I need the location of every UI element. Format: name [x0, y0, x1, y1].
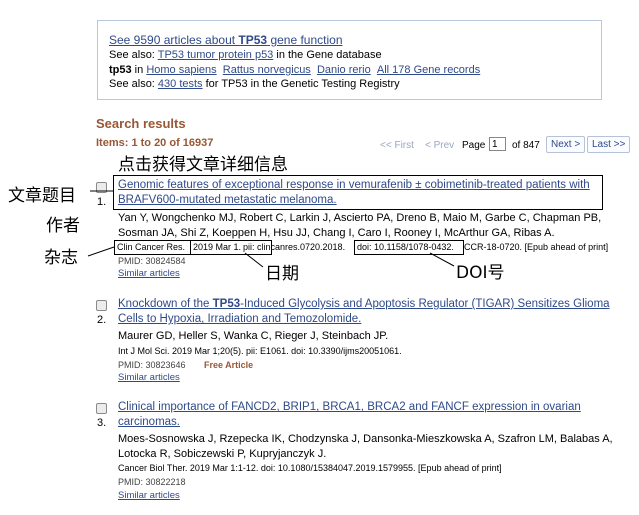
journal-leader-line	[87, 246, 115, 257]
article-2-authors: Maurer GD, Heller S, Wanka C, Rieger J, …	[118, 330, 389, 342]
article-3-title-line2[interactable]: carcinomas.	[118, 416, 180, 428]
article-2-similar-articles-link[interactable]: Similar articles	[118, 372, 180, 383]
doi-leader-line	[429, 252, 455, 267]
article-2-number: 2.	[97, 314, 107, 326]
article-2-citation: Int J Mol Sci. 2019 Mar 1;20(5). pii: E1…	[118, 346, 402, 356]
article-2-pmid: PMID: 30823646	[118, 360, 186, 370]
article-2-free-article-badge: Free Article	[204, 360, 254, 370]
article-3-title-line1[interactable]: Clinical importance of FANCD2, BRIP1, BR…	[118, 401, 581, 413]
article-3-authors-line2: Lotocka R, Sobiczewski P, Kupryjanczyk J…	[118, 448, 327, 460]
article-2-title-line1[interactable]: Knockdown of the TP53-Induced Glycolysis…	[118, 298, 610, 310]
article-2-title-line2[interactable]: Cells to Hypoxia, Irradiation and Temozo…	[118, 313, 361, 325]
article-3-similar-articles-link[interactable]: Similar articles	[118, 490, 180, 501]
article-3-checkbox[interactable]	[96, 403, 107, 414]
article-2-checkbox[interactable]	[96, 300, 107, 311]
article-3-pmid: PMID: 30822218	[118, 477, 186, 487]
article-3-number: 3.	[97, 417, 107, 429]
article-3-authors-line1: Moes-Sosnowska J, Rzepecka IK, Chodzynsk…	[118, 433, 613, 445]
article-3-citation: Cancer Biol Ther. 2019 Mar 1:1-12. doi: …	[118, 463, 502, 473]
date-leader-line	[244, 252, 264, 268]
